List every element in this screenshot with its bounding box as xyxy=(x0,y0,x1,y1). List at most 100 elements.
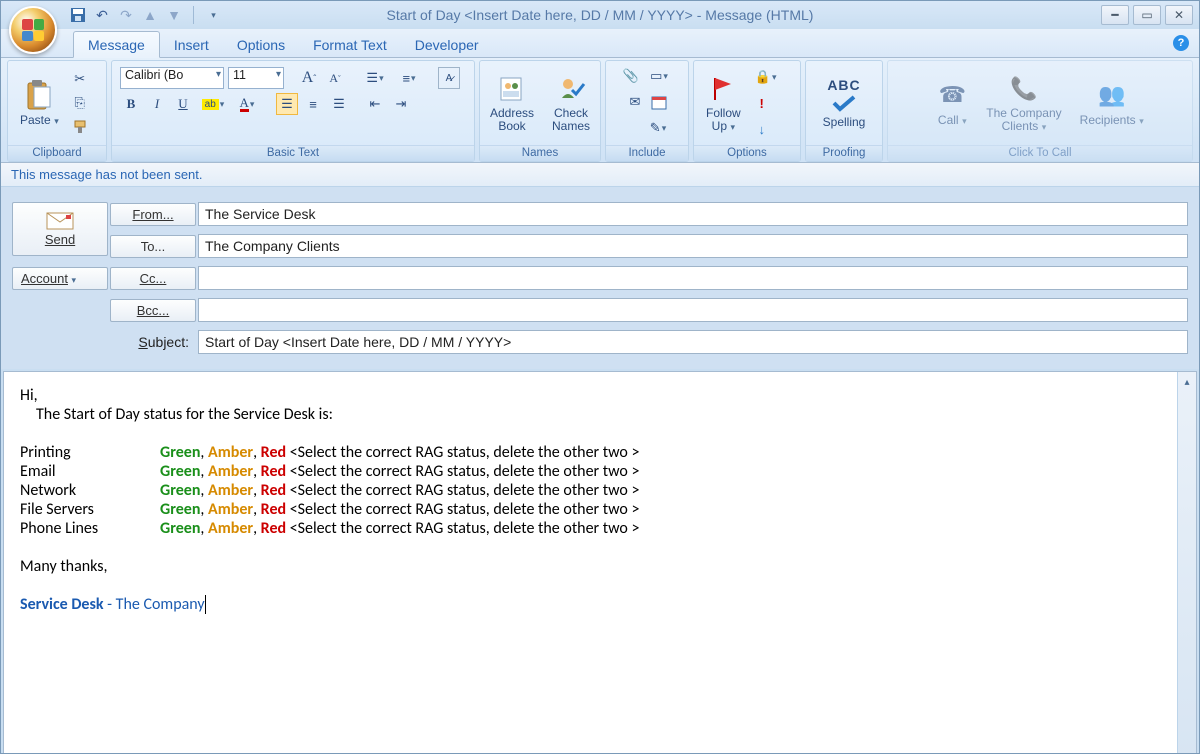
send-button[interactable]: Send xyxy=(12,202,108,256)
check-names-button[interactable]: Check Names xyxy=(548,71,594,135)
signature-icon[interactable]: ✎ xyxy=(643,117,673,139)
shrink-font-icon[interactable]: Aˇ xyxy=(324,67,346,89)
rag-green: Green xyxy=(160,443,200,462)
spelling-button[interactable]: ABC Spelling xyxy=(819,75,870,131)
bcc-field[interactable] xyxy=(198,298,1188,322)
message-header: Send From... To... Account Cc... Bcc... xyxy=(1,187,1199,369)
previous-icon[interactable]: ▲ xyxy=(141,6,159,24)
abc-icon: ABC xyxy=(827,77,860,93)
grow-font-icon[interactable]: Aˆ xyxy=(298,67,320,89)
numbering-icon[interactable]: ≡ xyxy=(394,67,424,89)
next-icon[interactable]: ▼ xyxy=(165,6,183,24)
message-body[interactable]: Hi, The Start of Day status for the Serv… xyxy=(3,371,1197,754)
company-clients-button[interactable]: 📞 The Company Clients xyxy=(982,71,1065,136)
paste-button[interactable]: Paste xyxy=(16,77,63,129)
recipients-icon: 👥 xyxy=(1096,79,1128,111)
follow-up-button[interactable]: Follow Up xyxy=(702,71,745,136)
rag-amber: Amber xyxy=(208,481,253,500)
to-field[interactable] xyxy=(198,234,1188,258)
permission-icon[interactable]: 🔒 xyxy=(751,66,781,88)
copy-icon[interactable]: ⎘ xyxy=(69,92,91,114)
high-importance-icon[interactable]: ! xyxy=(751,92,773,114)
rag-red: Red xyxy=(261,443,286,462)
save-icon[interactable] xyxy=(69,6,87,24)
attach-file-icon[interactable]: 📎 xyxy=(620,65,642,87)
scroll-up-icon[interactable]: ▴ xyxy=(1178,372,1196,390)
phone-receiver-icon: 📞 xyxy=(1008,73,1040,105)
cc-button[interactable]: Cc... xyxy=(110,267,196,290)
decrease-indent-icon[interactable]: ⇤ xyxy=(364,93,386,115)
cut-icon[interactable]: ✂ xyxy=(69,68,91,90)
status-category: Network xyxy=(20,481,160,500)
status-row: File ServersGreen, Amber, Red <Select th… xyxy=(20,500,1180,519)
rag-green: Green xyxy=(160,519,200,538)
recipients-button[interactable]: 👥 Recipients xyxy=(1076,77,1148,129)
tab-message[interactable]: Message xyxy=(73,31,160,58)
increase-indent-icon[interactable]: ⇥ xyxy=(390,93,412,115)
group-include-label: Include xyxy=(606,145,688,161)
italic-button[interactable]: I xyxy=(146,93,168,115)
account-button[interactable]: Account xyxy=(12,267,108,290)
check-names-icon xyxy=(555,73,587,105)
help-icon[interactable]: ? xyxy=(1173,35,1189,51)
rag-red: Red xyxy=(261,519,286,538)
bold-button[interactable]: B xyxy=(120,93,142,115)
rag-green: Green xyxy=(160,500,200,519)
tab-options[interactable]: Options xyxy=(223,32,299,57)
bcc-button[interactable]: Bcc... xyxy=(110,299,196,322)
calendar-icon[interactable] xyxy=(648,91,670,113)
tab-insert[interactable]: Insert xyxy=(160,32,223,57)
status-category: Email xyxy=(20,462,160,481)
close-button[interactable]: ✕ xyxy=(1165,5,1193,25)
thanks-text: Many thanks, xyxy=(20,557,1180,576)
highlight-icon[interactable]: ab xyxy=(198,93,228,115)
envelope-icon xyxy=(46,212,74,230)
underline-button[interactable]: U xyxy=(172,93,194,115)
quick-access-toolbar: ↶ ↷ ▲ ▼ xyxy=(69,1,222,29)
attach-item-icon[interactable]: ✉ xyxy=(624,91,646,113)
check-icon xyxy=(828,95,860,113)
low-importance-icon[interactable]: ↓ xyxy=(751,118,773,140)
cc-field[interactable] xyxy=(198,266,1188,290)
flag-icon xyxy=(707,73,739,105)
redo-icon[interactable]: ↷ xyxy=(117,6,135,24)
tab-developer[interactable]: Developer xyxy=(401,32,493,57)
align-left-icon[interactable]: ☰ xyxy=(276,93,298,115)
rag-amber: Amber xyxy=(208,500,253,519)
call-button[interactable]: ☎ Call xyxy=(932,77,972,129)
greeting-text: Hi, xyxy=(20,386,1180,405)
clear-formatting-icon[interactable]: A̷ xyxy=(438,67,460,89)
vertical-scrollbar[interactable]: ▴ ▾ xyxy=(1177,372,1196,754)
rag-red: Red xyxy=(261,500,286,519)
align-center-icon[interactable]: ≡ xyxy=(302,93,324,115)
from-button[interactable]: From... xyxy=(110,203,196,226)
format-painter-icon[interactable] xyxy=(69,116,91,138)
address-book-button[interactable]: Address Book xyxy=(486,71,538,135)
office-button[interactable] xyxy=(9,6,57,54)
tab-format-text[interactable]: Format Text xyxy=(299,32,401,57)
signature-line: Service Desk - The Company xyxy=(20,595,1180,614)
font-color-icon[interactable]: A xyxy=(232,93,262,115)
group-proofing-label: Proofing xyxy=(806,145,882,161)
rag-amber: Amber xyxy=(208,462,253,481)
group-click-to-call-label: Click To Call xyxy=(888,145,1192,161)
to-button[interactable]: To... xyxy=(110,235,196,258)
align-right-icon[interactable]: ☰ xyxy=(328,93,350,115)
subject-field[interactable] xyxy=(198,330,1188,354)
group-basic-text-label: Basic Text xyxy=(112,145,474,161)
bullets-icon[interactable]: ☰ xyxy=(360,67,390,89)
business-card-icon[interactable]: ▭ xyxy=(644,65,674,87)
status-category: File Servers xyxy=(20,500,160,519)
font-combo[interactable]: Calibri (Bo xyxy=(120,67,224,89)
maximize-button[interactable]: ▭ xyxy=(1133,5,1161,25)
status-row: EmailGreen, Amber, Red <Select the corre… xyxy=(20,462,1180,481)
ribbon: Paste ✂ ⎘ Clipboard Calibri (Bo 11 xyxy=(1,58,1199,163)
minimize-button[interactable]: ━ xyxy=(1101,5,1129,25)
from-field[interactable] xyxy=(198,202,1188,226)
group-options-label: Options xyxy=(694,145,800,161)
rag-hint: <Select the correct RAG status, delete t… xyxy=(286,481,639,500)
font-size-combo[interactable]: 11 xyxy=(228,67,284,89)
subject-label: Subject: xyxy=(109,329,197,355)
undo-icon[interactable]: ↶ xyxy=(93,6,111,24)
qat-customize-icon[interactable] xyxy=(204,6,222,24)
